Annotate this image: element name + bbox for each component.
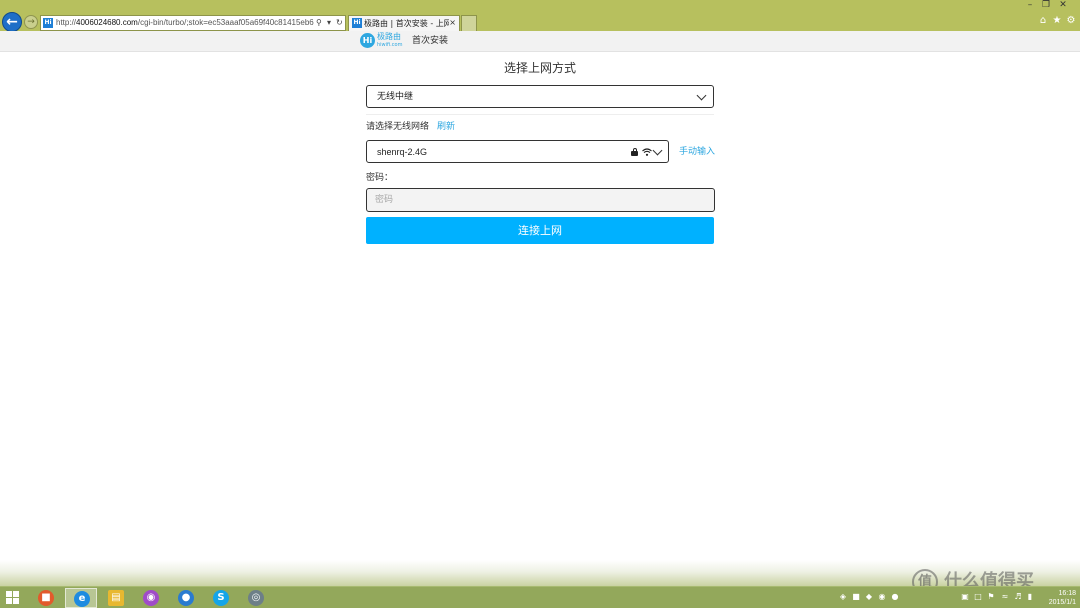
tray-app-icon[interactable]: ■ — [851, 592, 861, 602]
tray-wifi-icon[interactable]: ≈ — [1000, 592, 1010, 602]
hiwifi-logo[interactable]: Hi 极路由 hiwifi.com — [360, 32, 402, 50]
page-title: 选择上网方式 — [503, 61, 576, 75]
wifi-network-label: 请选择无线网络 — [366, 122, 430, 132]
site-favicon-icon: Hi — [43, 18, 53, 28]
logo-name: 极路由 — [377, 32, 401, 41]
browser-chrome: ← → Hi http://4006024680.com/cgi-bin/tur… — [0, 0, 1080, 32]
back-arrow-icon[interactable]: ← — [2, 12, 22, 32]
clock-date: 2015/1/1 — [1048, 599, 1076, 606]
logo-mark-icon: Hi — [360, 33, 375, 48]
url-prefix: http:// — [56, 18, 77, 27]
tray-display-icon[interactable]: □ — [973, 592, 983, 602]
taskbar: ■ e ▤ ◉ ● S ◎ ◈ ■ ◆ ◉ ● ▣ □ ⚑ ≈ ♬ ▮ 16:1… — [0, 586, 1080, 608]
chevron-down-icon — [652, 145, 663, 156]
tray-keyboard-icon[interactable]: ▣ — [960, 592, 970, 602]
connection-mode-value: 无线中继 — [377, 92, 414, 102]
tray-security-icon[interactable]: ◆ — [864, 592, 874, 602]
clock-time: 16:18 — [1058, 590, 1076, 597]
search-icon[interactable]: ⚲ — [316, 17, 322, 29]
address-url[interactable]: http://4006024680.com/cgi-bin/turbo/;sto… — [56, 17, 314, 29]
favorites-star-icon[interactable]: ★ — [1051, 15, 1063, 27]
taskbar-browser-icon[interactable]: ◎ — [240, 588, 272, 608]
dropdown-icon[interactable]: ▾ — [327, 17, 331, 29]
taskbar-media-player-icon[interactable]: ◉ — [135, 588, 167, 608]
address-bar[interactable]: Hi http://4006024680.com/cgi-bin/turbo/;… — [40, 15, 346, 31]
taskbar-clock[interactable]: 16:18 2015/1/1 — [1036, 589, 1076, 607]
tray-flag-icon[interactable]: ⚑ — [986, 592, 996, 602]
connection-mode-select[interactable]: 无线中继 — [366, 85, 714, 108]
connect-button[interactable]: 连接上网 — [366, 217, 714, 244]
taskbar-app-store-icon[interactable]: ■ — [30, 588, 62, 608]
tab-favicon-icon: Hi — [352, 18, 362, 28]
tray-network-icon[interactable]: ◈ — [838, 592, 848, 602]
close-window-icon[interactable]: ✕ — [1055, 0, 1071, 10]
lock-icon — [631, 148, 638, 156]
url-path: /cgi-bin/turbo/;stok=ec53aaaf05a69f40c81… — [137, 18, 314, 27]
new-tab-button[interactable] — [461, 15, 477, 31]
taskbar-file-explorer-icon[interactable]: ▤ — [100, 588, 132, 608]
tray-power-icon[interactable]: ▮ — [1025, 592, 1035, 602]
wifi-signal-icon — [642, 148, 652, 156]
url-host: 4006024680.com — [76, 18, 138, 27]
manual-input-link[interactable]: 手动输入 — [679, 146, 715, 158]
windows-start-icon[interactable] — [6, 591, 20, 605]
wifi-network-value: shenrq-2.4G — [377, 147, 428, 157]
tray-shield-icon[interactable]: ◉ — [877, 592, 887, 602]
tray-volume-icon[interactable]: ♬ — [1013, 592, 1023, 602]
refresh-link[interactable]: 刷新 — [437, 121, 455, 133]
close-tab-icon[interactable]: × — [449, 17, 456, 29]
wifi-network-select[interactable]: shenrq-2.4G — [366, 140, 669, 163]
logo-subtitle: hiwifi.com — [377, 42, 403, 48]
password-input[interactable] — [366, 188, 715, 212]
taskbar-globe-app-icon[interactable]: ● — [170, 588, 202, 608]
gear-icon[interactable]: ⚙ — [1065, 15, 1077, 27]
browser-tab[interactable]: Hi 极路由 | 首次安装 - 上网方... × — [348, 15, 460, 31]
tray-app-icon[interactable]: ● — [890, 592, 900, 602]
restore-icon[interactable]: ❐ — [1038, 0, 1054, 10]
password-label: 密码： — [366, 173, 394, 183]
tab-title: 极路由 | 首次安装 - 上网方... — [364, 19, 449, 28]
chevron-down-icon — [696, 90, 707, 101]
nav-title: 首次安装 — [412, 36, 449, 46]
minimize-icon[interactable]: – — [1022, 0, 1038, 10]
taskbar-skype-icon[interactable]: S — [205, 588, 237, 608]
forward-arrow-icon[interactable]: → — [24, 15, 38, 29]
taskbar-internet-explorer-icon[interactable]: e — [65, 588, 97, 608]
site-header: Hi 极路由 hiwifi.com 首次安装 — [0, 31, 1080, 52]
refresh-icon[interactable]: ↻ — [336, 17, 343, 29]
divider — [366, 114, 714, 115]
home-icon[interactable]: ⌂ — [1037, 15, 1049, 27]
